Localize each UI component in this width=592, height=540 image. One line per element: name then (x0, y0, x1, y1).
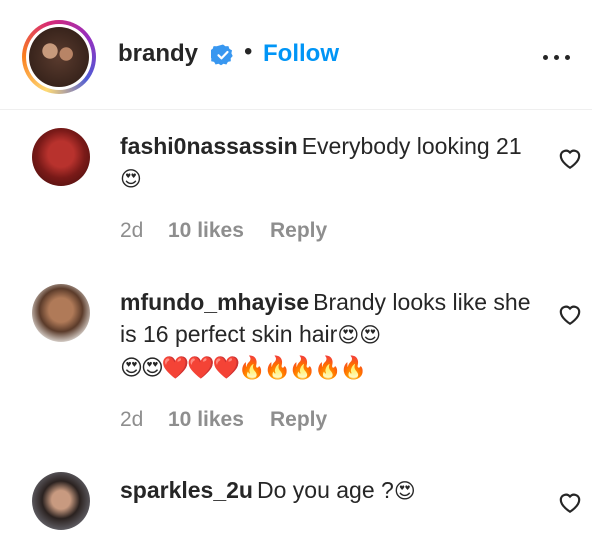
post-header: brandy • Follow (0, 0, 592, 110)
comment-emoji-line: 😍😍❤️❤️❤️🔥🔥🔥🔥🔥 (120, 356, 367, 381)
comment-time: 2d (120, 408, 144, 431)
comment-text: Do you age ? (256, 477, 394, 503)
commenter-avatar[interactable] (32, 284, 90, 342)
comment-text-block: sparkles_2u Do you age ?😍 (120, 474, 540, 507)
like-heart-icon[interactable] (557, 490, 583, 514)
commenter-username[interactable]: mfundo_mhayise (120, 289, 309, 315)
comment-likes[interactable]: 10 likes (168, 408, 270, 432)
comment-text-block: fashi0nassassin Everybody looking 21 😍 (120, 130, 540, 195)
reply-button[interactable]: Reply (270, 219, 327, 243)
comment-meta: 2d 10 likes Reply (120, 408, 327, 432)
comment-emoji: 😍😍 (337, 323, 382, 347)
avatar-photo (29, 27, 89, 87)
comment-time: 2d (120, 219, 144, 242)
comment-emoji: 😍 (393, 479, 416, 503)
reply-button[interactable]: Reply (270, 408, 327, 432)
commenter-username[interactable]: sparkles_2u (120, 477, 253, 503)
more-options-icon[interactable] (543, 52, 577, 62)
like-heart-icon[interactable] (557, 146, 583, 170)
commenter-avatar[interactable] (32, 128, 90, 186)
profile-username[interactable]: brandy (118, 40, 198, 68)
comment-emoji: 😍 (120, 167, 142, 191)
comment-text: Everybody looking 21 (301, 133, 522, 159)
comment-likes[interactable]: 10 likes (168, 219, 270, 243)
comment-meta: 2d 10 likes Reply (120, 219, 327, 243)
profile-avatar[interactable] (22, 20, 96, 94)
follow-button[interactable]: Follow (263, 40, 339, 68)
comment-text-block: mfundo_mhayise Brandy looks like she is 1… (120, 286, 540, 385)
commenter-avatar[interactable] (32, 472, 90, 530)
verified-badge-icon (211, 44, 233, 66)
like-heart-icon[interactable] (557, 302, 583, 326)
commenter-username[interactable]: fashi0nassassin (120, 133, 298, 159)
header-separator: • (244, 38, 253, 65)
